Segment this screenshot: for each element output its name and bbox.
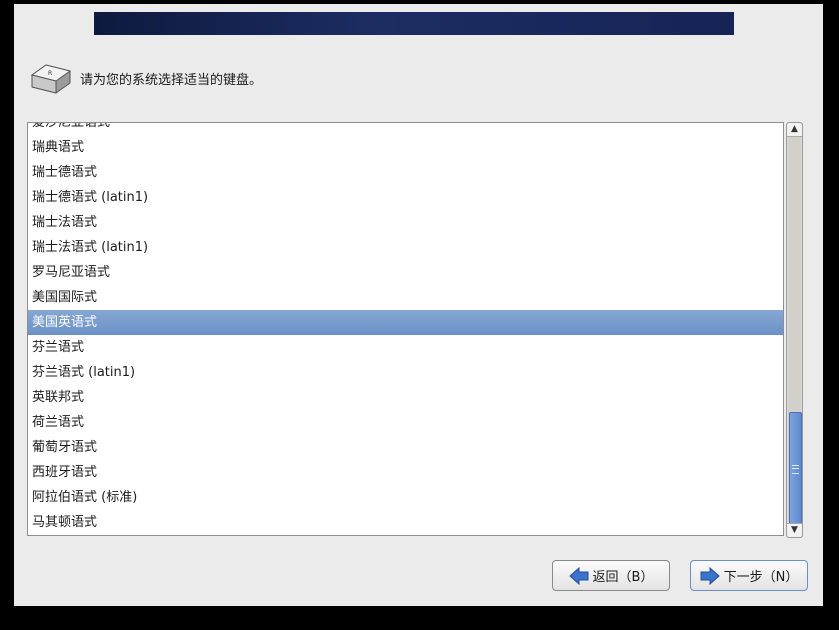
list-item[interactable]: 马其顿语式 bbox=[28, 510, 783, 535]
list-item[interactable]: 瑞士德语式 bbox=[28, 160, 783, 185]
svg-text:R: R bbox=[48, 70, 52, 77]
list-item[interactable]: 罗马尼亚语式 bbox=[28, 260, 783, 285]
scroll-grip-icon bbox=[792, 465, 799, 474]
arrow-right-icon bbox=[700, 566, 720, 585]
list-item[interactable]: 荷兰语式 bbox=[28, 410, 783, 435]
list-item[interactable]: 瑞典语式 bbox=[28, 135, 783, 160]
list-item[interactable]: 美国英语式 bbox=[28, 310, 783, 335]
list-item[interactable]: 瑞士法语式 bbox=[28, 210, 783, 235]
list-item[interactable]: 英联邦式 bbox=[28, 385, 783, 410]
next-button-label: 下一步（N） bbox=[723, 570, 799, 585]
list-item[interactable]: 瑞士德语式 (latin1) bbox=[28, 185, 783, 210]
prompt-text: 请为您的系统选择适当的键盘。 bbox=[80, 73, 263, 88]
scroll-down-button[interactable]: ▼ bbox=[787, 523, 802, 537]
next-button[interactable]: 下一步（N） bbox=[690, 560, 808, 591]
vertical-scrollbar[interactable]: ▲ ▼ bbox=[786, 122, 803, 538]
list-item[interactable]: 葡萄牙语式 bbox=[28, 435, 783, 460]
list-item[interactable]: 芬兰语式 (latin1) bbox=[28, 360, 783, 385]
scroll-thumb[interactable] bbox=[789, 412, 802, 530]
keyboard-key-icon: R bbox=[30, 64, 72, 94]
list-item[interactable]: 爱沙尼亚语式 bbox=[28, 123, 783, 135]
scroll-up-button[interactable]: ▲ bbox=[787, 123, 802, 137]
back-button[interactable]: 返回（B） bbox=[552, 560, 670, 591]
back-button-label: 返回（B） bbox=[592, 570, 654, 585]
keyboard-list[interactable]: 爱沙尼亚语式 瑞典语式 瑞士德语式 瑞士德语式 (latin1) 瑞士法语式 瑞士法语式 … bbox=[27, 122, 784, 536]
list-item[interactable]: 阿拉伯语式 (标准) bbox=[28, 485, 783, 510]
header-banner bbox=[94, 12, 734, 35]
scroll-trough[interactable] bbox=[788, 137, 802, 530]
list-item[interactable]: 芬兰语式 bbox=[28, 335, 783, 360]
installer-window: R 请为您的系统选择适当的键盘。 爱沙尼亚语式 瑞典语式 瑞士德语式 瑞士德语式 (l… bbox=[14, 4, 823, 606]
list-item[interactable]: 瑞士法语式 (latin1) bbox=[28, 235, 783, 260]
list-item[interactable]: 美国国际式 bbox=[28, 285, 783, 310]
arrow-left-icon bbox=[568, 566, 589, 585]
list-item[interactable]: 西班牙语式 bbox=[28, 460, 783, 485]
